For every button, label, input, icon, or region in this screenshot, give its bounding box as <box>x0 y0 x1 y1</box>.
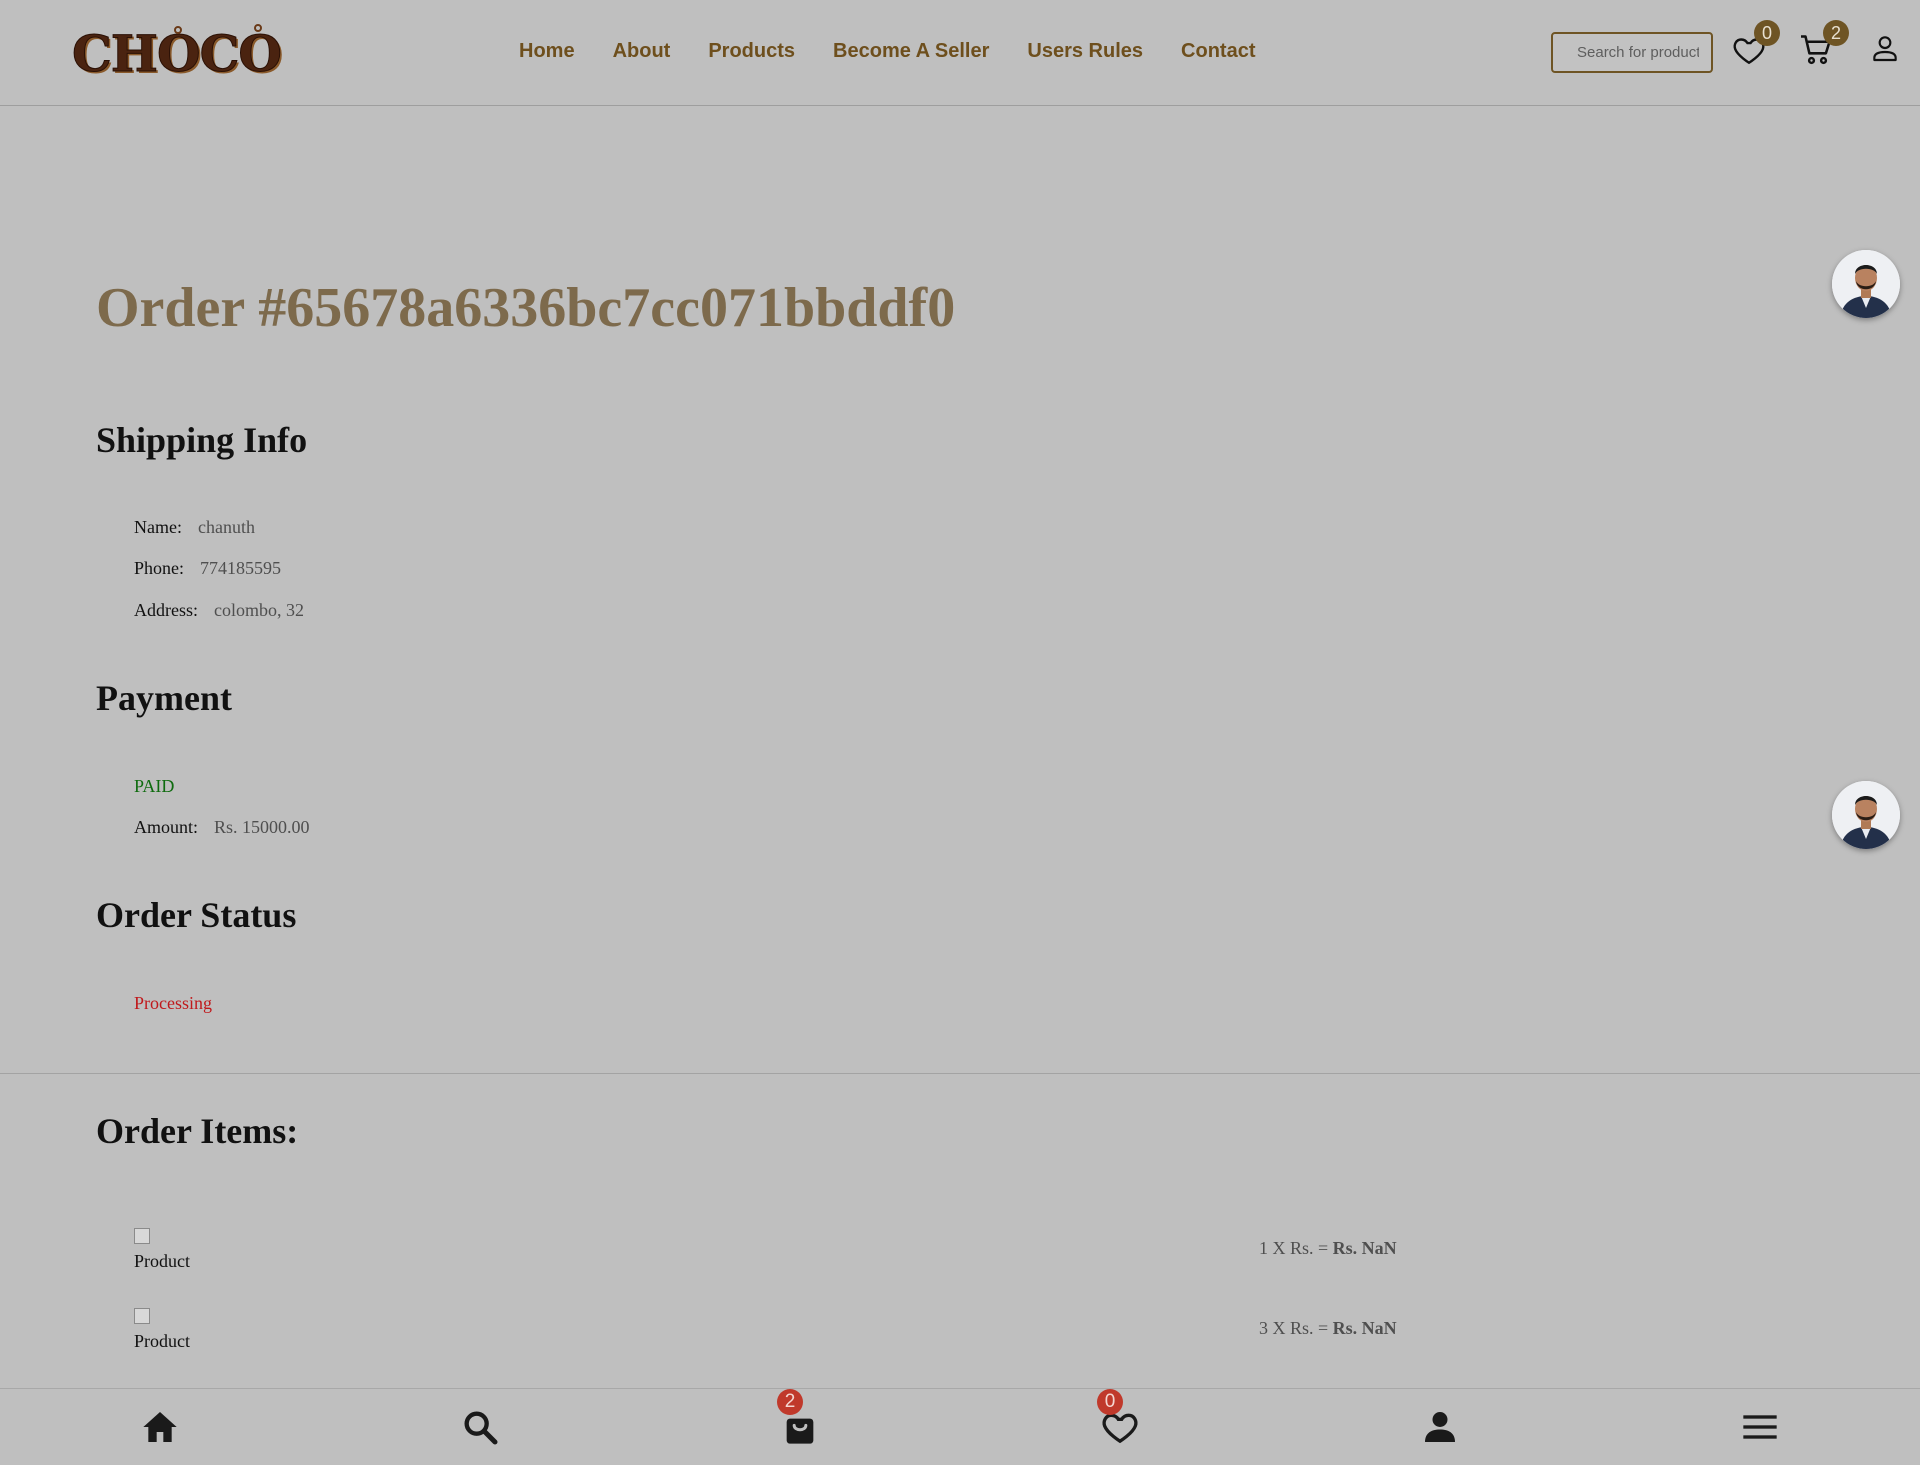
nav-users-rules-link[interactable]: Users Rules <box>1027 40 1143 63</box>
main-nav: Home About Products Become A Seller User… <box>519 40 1293 63</box>
shipping-phone-label: Phone: <box>134 558 185 578</box>
nav-contact-link[interactable]: Contact <box>1181 40 1255 63</box>
order-title: Order #65678a6336bc7cc071bbddf0 <box>96 277 956 339</box>
section-divider <box>0 1073 1920 1074</box>
order-items-heading: Order Items: <box>96 1111 299 1151</box>
order-item-total: Rs. NaN <box>1332 1238 1397 1258</box>
mobile-bottom-nav: 2 0 <box>0 1388 1920 1465</box>
shipping-name-row: Name: chanuth <box>134 517 255 538</box>
person-icon <box>1425 1412 1455 1442</box>
nav-products-link[interactable]: Products <box>708 40 795 63</box>
person-avatar-icon <box>1832 781 1900 849</box>
order-item-total: Rs. NaN <box>1332 1318 1397 1338</box>
chat-avatar-button[interactable] <box>1832 781 1900 849</box>
order-status-heading: Order Status <box>96 895 297 935</box>
order-item-image-alt: Product <box>134 1331 190 1351</box>
home-icon <box>143 1412 177 1442</box>
bottom-search-button[interactable] <box>460 1407 500 1447</box>
wishlist-count-badge: 0 <box>1754 20 1780 46</box>
order-item-qty: 1 X Rs. = <box>1259 1238 1333 1258</box>
nav-become-seller-link[interactable]: Become A Seller <box>833 40 989 63</box>
shipping-info-heading: Shipping Info <box>96 420 308 460</box>
chat-avatar-button[interactable] <box>1832 250 1900 318</box>
nav-home-link[interactable]: Home <box>519 40 575 63</box>
order-status-value: Processing <box>134 993 212 1013</box>
payment-amount-value: Rs. 15000.00 <box>214 817 310 837</box>
shipping-name-label: Name: <box>134 517 182 537</box>
bottom-menu-button[interactable] <box>1740 1407 1780 1447</box>
bottom-home-button[interactable] <box>140 1407 180 1447</box>
nav-about-link[interactable]: About <box>613 40 671 63</box>
user-icon <box>1873 36 1897 62</box>
broken-image-icon <box>134 1228 150 1244</box>
shipping-address-value: colombo, 32 <box>214 600 304 620</box>
order-item-price: 3 X Rs. = Rs. NaN <box>1259 1318 1397 1339</box>
order-item-image: Product <box>134 1228 194 1272</box>
search-input[interactable] <box>1551 32 1713 73</box>
payment-amount-label: Amount: <box>134 817 199 837</box>
order-item-image-alt: Product <box>134 1251 190 1271</box>
shipping-address-row: Address: colombo, 32 <box>134 600 304 621</box>
bottom-wishlist-count-badge: 0 <box>1097 1389 1123 1415</box>
menu-icon <box>1743 1415 1777 1439</box>
site-header: CHOCO Home About Products Become A Selle… <box>0 0 1920 106</box>
shipping-address-label: Address: <box>134 600 198 620</box>
person-avatar-icon <box>1832 250 1900 318</box>
bottom-cart-count-badge: 2 <box>777 1389 803 1415</box>
payment-heading: Payment <box>96 678 232 718</box>
cart-count-badge: 2 <box>1823 20 1849 46</box>
order-item-qty: 3 X Rs. = <box>1259 1318 1333 1338</box>
broken-image-icon <box>134 1308 150 1324</box>
account-button[interactable] <box>1869 32 1901 64</box>
payment-status: PAID <box>134 776 175 796</box>
payment-amount-row: Amount: Rs. 15000.00 <box>134 817 310 838</box>
shipping-phone-value: 774185595 <box>200 558 282 578</box>
logo-bubbles <box>174 24 262 34</box>
bottom-account-button[interactable] <box>1420 1407 1460 1447</box>
shipping-name-value: chanuth <box>197 517 255 537</box>
order-item-price: 1 X Rs. = Rs. NaN <box>1259 1238 1397 1259</box>
shipping-phone-row: Phone: 774185595 <box>134 558 281 579</box>
order-item-image: Product <box>134 1308 194 1352</box>
search-icon <box>464 1411 498 1445</box>
